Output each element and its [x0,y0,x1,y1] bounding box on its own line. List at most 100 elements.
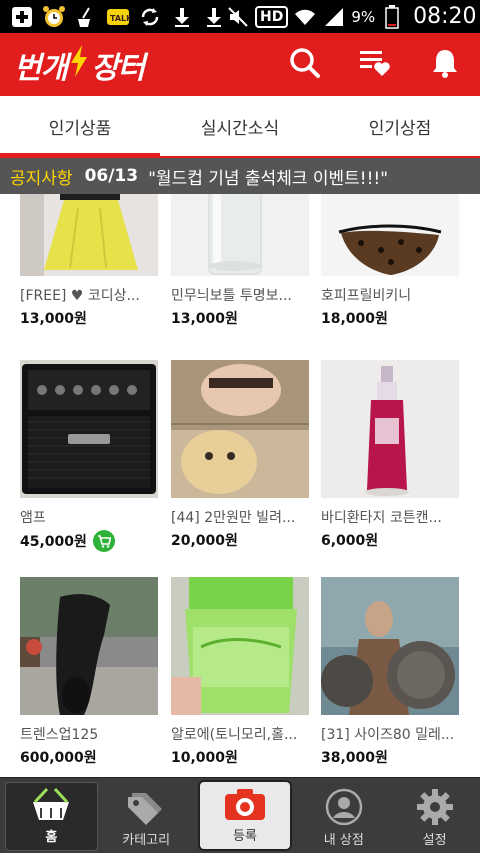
price-text: 10,000원 [171,750,238,766]
notification-button[interactable] [410,33,480,96]
product-thumbnail[interactable] [20,577,158,715]
clear-bottle-image [171,194,309,276]
notice-banner[interactable]: 공지사항 06/13 "월드컵 기념 출석체크 이벤트!!!" [0,158,480,194]
wishlist-icon [358,48,392,82]
app-header: 번개 장터 [0,33,480,96]
product-thumbnail[interactable] [321,194,459,276]
price-text: 6,000원 [321,533,379,549]
price-text: 13,000원 [20,311,87,327]
product-price: 13,000원 [20,308,158,328]
tab-popular-products[interactable]: 인기상품 [0,96,160,158]
tab-label: 실시간소식 [200,118,280,139]
clock: 08:20 [413,4,477,29]
sync-icon [138,6,162,28]
tab-bar: 인기상품 실시간소식 인기상점 [0,96,480,158]
spartan-image [321,577,459,715]
mute-icon [226,6,250,28]
battery-percent: 9% [351,7,376,26]
hd-voice-icon: HD [255,5,289,28]
nav-register[interactable]: 등록 [197,780,293,851]
product-card[interactable]: 바디환타지 코튼캔... 6,000원 [321,360,459,550]
product-price: 13,000원 [171,308,309,328]
product-name: 호피프릴비키니 [321,288,412,304]
nav-label: 설정 [422,833,447,848]
product-thumbnail[interactable] [20,194,158,276]
nav-label: 내 상점 [323,833,364,848]
amp-image [20,360,158,498]
product-grid[interactable]: [FREE] ♥ 코디상... 13,000원 민무늬보틀 투명보... 13,… [0,194,480,777]
search-button[interactable] [270,33,340,96]
product-thumbnail[interactable] [321,360,459,498]
app-logo[interactable]: 번개 장터 [14,43,145,87]
lightning-icon [68,44,90,86]
tab-popular-shops[interactable]: 인기상점 [320,96,480,156]
product-card[interactable]: 민무늬보틀 투명보... 13,000원 [171,194,309,328]
product-price: 6,000원 [321,530,459,550]
nav-label: 카테고리 [122,833,171,848]
logo-text-right: 장터 [91,50,145,86]
nav-my-shop[interactable]: 내 상점 [298,778,389,853]
notice-label: 공지사항 [10,168,73,189]
cart-badge-icon [92,530,115,552]
scooter-image [20,577,158,715]
nav-category[interactable]: 카테고리 [101,778,192,853]
product-card[interactable]: 호피프릴비키니 18,000원 [321,194,459,328]
svg-text:TALK: TALK [110,14,130,23]
product-thumbnail[interactable] [20,360,158,498]
bell-icon [430,47,460,83]
leopard-bikini-image [321,194,459,276]
wishlist-button[interactable] [340,33,410,96]
product-price: 45,000원 [20,530,158,552]
product-name: [44] 2만원만 빌려... [171,510,296,526]
product-card[interactable]: [44] 2만원만 빌려... 20,000원 [171,360,309,550]
tab-label: 인기상점 [368,118,432,139]
product-name: 알로에(토니모리,홀... [171,727,298,743]
tab-realtime-news[interactable]: 실시간소식 [160,96,320,156]
product-thumbnail[interactable] [171,577,309,715]
nav-label: 홈 [45,830,58,845]
price-text: 45,000원 [20,534,87,550]
battery-icon [380,4,404,29]
meme-image [171,360,309,498]
notice-date: 06/13 [84,166,139,186]
price-text: 20,000원 [171,533,238,549]
product-card[interactable]: [FREE] ♥ 코디상... 13,000원 [20,194,158,328]
product-thumbnail[interactable] [171,360,309,498]
product-card[interactable]: 앰프 45,000원 [20,360,158,552]
product-name: [31] 사이즈80 밀레... [321,727,455,743]
product-card[interactable]: [31] 사이즈80 밀레... 38,000원 [321,577,459,767]
product-price: 600,000원 [20,747,158,767]
product-price: 18,000원 [321,308,459,328]
price-text: 600,000원 [20,750,97,766]
nav-label: 등록 [233,829,257,844]
tab-label: 인기상품 [48,118,112,139]
product-thumbnail[interactable] [321,577,459,715]
product-price: 20,000원 [171,530,309,550]
talk-icon: TALK [106,6,130,28]
tags-icon [126,785,166,829]
wifi-icon [293,6,317,28]
clean-icon [74,6,98,28]
signal-icon [322,6,346,28]
product-price: 10,000원 [171,747,309,767]
aloe-jar-image [171,577,309,715]
home-basket-icon [29,783,73,826]
gear-icon [415,785,455,829]
download-icon [202,6,226,28]
status-bar: TALK HD 9% 08:20 [0,0,480,33]
logo-text-left: 번개 [14,50,68,86]
product-thumbnail[interactable] [171,194,309,276]
product-card[interactable]: 트렌스업125 600,000원 [20,577,158,767]
yellow-skirt-image [20,194,158,276]
product-name: 바디환타지 코튼캔... [321,510,442,526]
notice-text: "월드컵 기념 출석체크 이벤트!!!" [148,168,389,189]
search-icon [289,47,321,83]
price-text: 38,000원 [321,750,388,766]
add-icon [10,6,34,28]
price-text: 18,000원 [321,311,388,327]
nav-home[interactable]: 홈 [5,782,98,851]
product-name: 민무늬보틀 투명보... [171,288,292,304]
product-name: 트렌스업125 [20,727,99,743]
nav-settings[interactable]: 설정 [389,778,480,853]
product-card[interactable]: 알로에(토니모리,홀... 10,000원 [171,577,309,767]
